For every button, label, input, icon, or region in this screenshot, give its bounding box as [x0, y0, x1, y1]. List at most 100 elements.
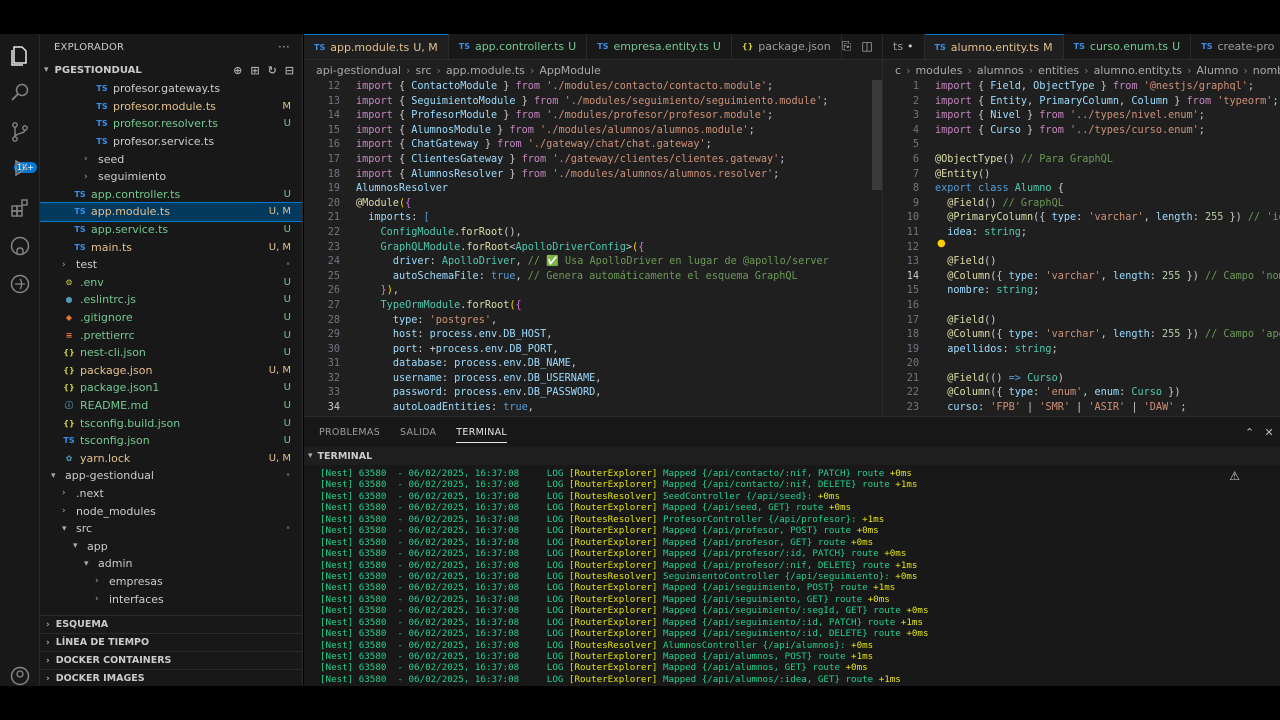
code-line[interactable]: 10 @PrimaryColumn({ type: 'varchar', len… — [883, 211, 1280, 226]
code-line[interactable]: 34 autoLoadEntities: true, — [304, 401, 882, 416]
folder-item[interactable]: › .next — [40, 485, 302, 503]
file-item[interactable]: {} package.json1 U — [40, 379, 302, 397]
file-item[interactable]: ⓘ README.md U — [40, 397, 302, 415]
file-item[interactable]: {} nest-cli.json U — [40, 344, 302, 362]
file-item[interactable]: ● .eslintrc.js U — [40, 291, 302, 309]
extensions-icon[interactable] — [8, 196, 32, 220]
folder-item[interactable]: › empresas — [40, 573, 302, 591]
code-line[interactable]: 6 @ObjectType() // Para GraphQL — [883, 153, 1280, 168]
code-line[interactable]: 17 import { ClientesGateway } from './gat… — [304, 153, 882, 168]
maximize-panel-icon[interactable]: ⌃ — [1245, 426, 1255, 439]
code-area-left[interactable]: 12 import { ContactoModule } from './modu… — [304, 80, 882, 416]
code-line[interactable]: 28 type: 'postgres', — [304, 314, 882, 329]
code-line[interactable]: 21 @Field(() => Curso) — [883, 372, 1280, 387]
code-line[interactable]: 33 password: process.env.DB_PASSWORD, — [304, 386, 882, 401]
scrollbar-left[interactable] — [872, 80, 882, 190]
folder-item[interactable]: › seed — [40, 150, 302, 168]
code-line[interactable]: 1 import { Field, ObjectType } from '@nes… — [883, 80, 1280, 95]
panel-section-l-nea-de-tiempo[interactable]: › LÍNEA DE TIEMPO — [40, 633, 302, 651]
code-line[interactable]: 9 @Field() // GraphQL — [883, 197, 1280, 212]
code-line[interactable]: 13 @Field() — [883, 255, 1280, 270]
run-debug-icon[interactable] — [8, 156, 32, 180]
code-line[interactable]: 25 autoSchemaFile: true, // Genera autom… — [304, 270, 882, 285]
breadcrumb-item[interactable]: alumno.entity.ts — [1094, 64, 1182, 77]
breadcrumb-item[interactable]: nombre — [1253, 64, 1280, 77]
breadcrumb-item[interactable]: alumnos — [977, 64, 1024, 77]
collapse-all-icon[interactable]: ⊟ — [285, 64, 294, 77]
code-line[interactable]: 4 import { Curso } from '../types/curso.e… — [883, 124, 1280, 139]
file-item[interactable]: TS profesor.module.ts M — [40, 98, 302, 116]
code-line[interactable]: 8 export class Alumno { — [883, 182, 1280, 197]
code-line[interactable]: 17 @Field() — [883, 314, 1280, 329]
workspace-root[interactable]: ▾ PGESTIONDUAL ⊕ ⊞ ↻ ⊟ — [40, 60, 302, 80]
code-line[interactable]: 31 database: process.env.DB_NAME, — [304, 357, 882, 372]
editor-tab[interactable]: TS alumno.entity.ts M — [924, 34, 1064, 59]
file-item[interactable]: TS main.ts U, M — [40, 238, 302, 256]
code-line[interactable]: 13 import { SeguimientoModule } from './m… — [304, 95, 882, 110]
split-editor-icon[interactable]: ◫ — [861, 39, 872, 54]
breadcrumb-item[interactable]: entities — [1038, 64, 1079, 77]
new-file-icon[interactable]: ⊕ — [233, 64, 242, 77]
warning-icon[interactable]: ⚠ — [1229, 469, 1240, 483]
file-item[interactable]: {} tsconfig.build.json U — [40, 414, 302, 432]
file-item[interactable]: {} package.json U, M — [40, 362, 302, 380]
breadcrumb-item[interactable]: Alumno — [1196, 64, 1238, 77]
panel-section-esquema[interactable]: › ESQUEMA — [40, 615, 302, 633]
code-line[interactable]: 22 ConfigModule.forRoot(), — [304, 226, 882, 241]
editor-tab[interactable]: TS app.module.ts U, M — [304, 34, 449, 59]
code-line[interactable]: 29 host: process.env.DB_HOST, — [304, 328, 882, 343]
file-item[interactable]: ⚙ .env U — [40, 274, 302, 292]
terminal-section-header[interactable]: ▾ TERMINAL — [304, 447, 1280, 465]
folder-item[interactable]: ▾ app — [40, 537, 302, 555]
editor-tab[interactable]: {} package.json — [732, 34, 842, 59]
refresh-icon[interactable]: ↻ — [268, 64, 277, 77]
close-panel-icon[interactable]: ✕ — [1264, 426, 1274, 439]
code-line[interactable]: 27 TypeOrmModule.forRoot({ — [304, 299, 882, 314]
code-line[interactable]: 23 GraphQLModule.forRoot<ApolloDriverCon… — [304, 241, 882, 256]
code-line[interactable]: 15 nombre: string; — [883, 284, 1280, 299]
file-item[interactable]: ◆ .gitignore U — [40, 309, 302, 327]
code-line[interactable]: 18 import { AlumnosResolver } from './mod… — [304, 168, 882, 183]
code-line[interactable]: 12 import { ContactoModule } from './modu… — [304, 80, 882, 95]
folder-item[interactable]: › interfaces — [40, 590, 302, 608]
code-line[interactable]: 19 apellidos: string; — [883, 343, 1280, 358]
explorer-icon[interactable] — [8, 44, 32, 68]
code-line[interactable]: 23 curso: 'FPB' | 'SMR' | 'ASIR' | 'DAW'… — [883, 401, 1280, 416]
code-line[interactable]: 3 import { Nivel } from '../types/nivel.e… — [883, 109, 1280, 124]
code-line[interactable]: 20 — [883, 357, 1280, 372]
folder-item[interactable]: ▾ app-gestiondual • — [40, 467, 302, 485]
folder-item[interactable]: › node_modules — [40, 502, 302, 520]
folder-item[interactable]: › seguimiento — [40, 168, 302, 186]
folder-item[interactable]: › test • — [40, 256, 302, 274]
code-line[interactable]: 16 import { ChatGateway } from './gateway… — [304, 138, 882, 153]
folder-item[interactable]: ▾ src • — [40, 520, 302, 538]
file-item[interactable]: TS profesor.gateway.ts — [40, 80, 302, 98]
account-icon[interactable] — [8, 664, 32, 688]
code-line[interactable]: 26 }), — [304, 284, 882, 299]
code-line[interactable]: 32 username: process.env.DB_USERNAME, — [304, 372, 882, 387]
code-line[interactable]: 16 — [883, 299, 1280, 314]
code-line[interactable]: 30 port: +process.env.DB_PORT, — [304, 343, 882, 358]
new-folder-icon[interactable]: ⊞ — [250, 64, 259, 77]
code-line[interactable]: 14 import { ProfesorModule } from './modu… — [304, 109, 882, 124]
file-item[interactable]: ≡ .prettierrc U — [40, 326, 302, 344]
search-icon[interactable] — [8, 80, 32, 104]
file-item[interactable]: ✿ yarn.lock U, M — [40, 449, 302, 467]
github-icon[interactable] — [8, 234, 32, 258]
code-line[interactable]: 2 import { Entity, PrimaryColumn, Column … — [883, 95, 1280, 110]
panel-section-docker-containers[interactable]: › DOCKER CONTAINERS — [40, 651, 302, 669]
editor-tab[interactable]: TS curso.enum.ts U — [1064, 34, 1192, 59]
more-actions-icon[interactable]: ··· — [278, 40, 290, 54]
file-item[interactable]: TS app.service.ts U — [40, 221, 302, 239]
editor-tab[interactable]: ts • — [883, 34, 925, 59]
breadcrumb-item[interactable]: src — [415, 64, 431, 77]
breadcrumb-item[interactable]: modules — [915, 64, 962, 77]
breadcrumb-item[interactable]: api-gestiondual — [316, 64, 401, 77]
code-line[interactable]: 7 @Entity() — [883, 168, 1280, 183]
folder-item[interactable]: ▾ admin — [40, 555, 302, 573]
panel-section-docker-images[interactable]: › DOCKER IMAGES — [40, 669, 302, 686]
breadcrumb-item[interactable]: app.module.ts — [446, 64, 525, 77]
code-line[interactable]: 18 @Column({ type: 'varchar', length: 25… — [883, 328, 1280, 343]
panel-tab-salida[interactable]: SALIDA — [400, 427, 436, 438]
file-item[interactable]: TS app.controller.ts U — [40, 186, 302, 204]
